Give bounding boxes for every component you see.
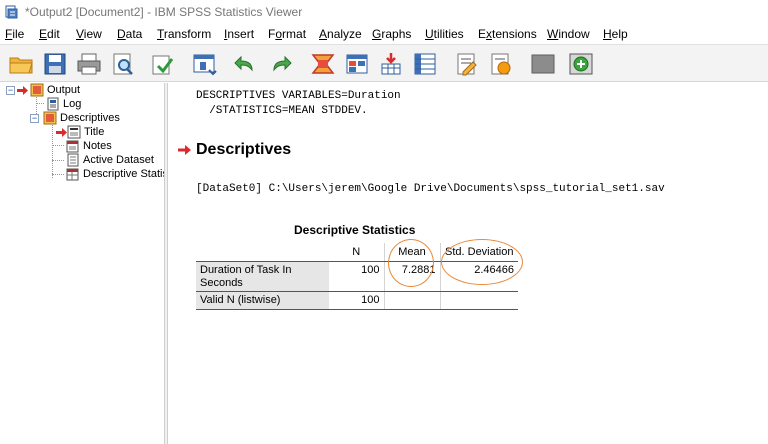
output-pane[interactable]: DESCRIPTIVES VARIABLES=Duration /STATIST…	[168, 83, 768, 444]
mean-annotation-ellipse	[388, 239, 434, 287]
log-icon	[47, 97, 59, 111]
tree-node-title[interactable]: Title	[56, 125, 104, 139]
menu-transform[interactable]: Transform	[157, 27, 211, 41]
spss-app-icon[interactable]	[5, 5, 19, 19]
row-label: Duration of Task In Seconds	[196, 261, 329, 292]
outline-pane[interactable]: − Output Log − Descriptives Title Notes	[0, 83, 168, 444]
undo-icon[interactable]	[230, 49, 260, 79]
syntax-log: DESCRIPTIVES VARIABLES=Duration /STATIST…	[196, 89, 401, 119]
toolbar	[0, 44, 768, 82]
notes-icon	[66, 140, 79, 153]
tree-line	[52, 145, 64, 146]
collapse-toggle[interactable]: −	[6, 85, 15, 95]
table-row: Valid N (listwise) 100	[196, 291, 518, 310]
menu-data[interactable]: Data	[117, 27, 142, 41]
descriptives-book-icon	[43, 111, 57, 125]
tree-node-active-dataset[interactable]: Active Dataset	[66, 153, 154, 167]
menu-window[interactable]: Window	[547, 27, 590, 41]
variables-icon[interactable]	[410, 49, 440, 79]
menu-view[interactable]: View	[76, 27, 102, 41]
menu-format[interactable]: Format	[268, 27, 306, 41]
menu-help[interactable]: Help	[603, 27, 628, 41]
window-title: *Output2 [Document2] - IBM SPSS Statisti…	[25, 5, 303, 19]
redo-icon[interactable]	[266, 49, 296, 79]
table-icon	[66, 168, 79, 181]
cell-std	[440, 291, 518, 310]
std-annotation-ellipse	[441, 239, 523, 285]
tree-node-descriptives[interactable]: − Descriptives	[30, 111, 120, 125]
syntax-line-1: DESCRIPTIVES VARIABLES=Duration	[196, 90, 401, 102]
tree-line	[52, 125, 53, 178]
collapse-toggle[interactable]: −	[30, 113, 39, 123]
cell-mean	[384, 291, 441, 310]
output-book-icon	[30, 83, 44, 97]
print-icon[interactable]	[74, 49, 104, 79]
menu-file[interactable]: File	[5, 27, 24, 41]
row-label: Valid N (listwise)	[196, 291, 329, 310]
output-heading: Descriptives	[196, 141, 292, 158]
title-bar: *Output2 [Document2] - IBM SPSS Statisti…	[0, 0, 768, 24]
syntax-line-2: /STATISTICS=MEAN STDDEV.	[196, 105, 368, 117]
tree-node-output[interactable]: − Output	[6, 83, 80, 97]
arrow-right-icon	[56, 127, 67, 137]
export-icon[interactable]	[148, 49, 178, 79]
outline-tree: − Output Log − Descriptives Title Notes	[0, 83, 168, 444]
heading-arrow-icon	[178, 145, 191, 155]
insert-text-icon[interactable]	[486, 49, 516, 79]
dataset-path: [DataSet0] C:\Users\jerem\Google Drive\D…	[196, 183, 665, 195]
menu-analyze[interactable]: Analyze	[319, 27, 362, 41]
menu-insert[interactable]: Insert	[224, 27, 254, 41]
tree-node-descriptive-statistics[interactable]: Descriptive Statis	[66, 167, 168, 181]
cell-n: 100	[329, 291, 385, 310]
menu-bar: File Edit View Data Transform Insert For…	[0, 24, 768, 44]
goto-case-icon[interactable]	[342, 49, 372, 79]
tree-line	[36, 103, 44, 104]
goto-data-icon[interactable]	[308, 49, 338, 79]
table-title: Descriptive Statistics	[294, 223, 416, 237]
header-n: N	[329, 243, 385, 262]
save-icon[interactable]	[40, 49, 70, 79]
menu-edit[interactable]: Edit	[39, 27, 60, 41]
dataset-icon	[67, 153, 79, 167]
menu-extensions[interactable]: Extensions	[478, 27, 537, 41]
tree-line	[52, 160, 64, 161]
print-preview-icon[interactable]	[108, 49, 138, 79]
tree-node-log[interactable]: Log	[46, 97, 81, 111]
menu-file-rest: ile	[12, 27, 25, 41]
title-icon	[67, 125, 81, 139]
header-blank	[196, 243, 329, 262]
menu-graphs[interactable]: Graphs	[372, 27, 411, 41]
add-output-icon[interactable]	[566, 49, 596, 79]
tree-node-notes[interactable]: Notes	[66, 139, 112, 153]
arrow-right-icon	[17, 85, 28, 95]
insert-variable-icon[interactable]	[376, 49, 406, 79]
cell-n: 100	[329, 261, 385, 292]
tree-line	[52, 174, 64, 175]
insert-heading-icon[interactable]	[452, 49, 482, 79]
designate-window-icon[interactable]	[528, 49, 558, 79]
recall-dialog-icon[interactable]	[190, 49, 220, 79]
menu-utilities[interactable]: Utilities	[425, 27, 464, 41]
open-folder-icon[interactable]	[6, 49, 36, 79]
